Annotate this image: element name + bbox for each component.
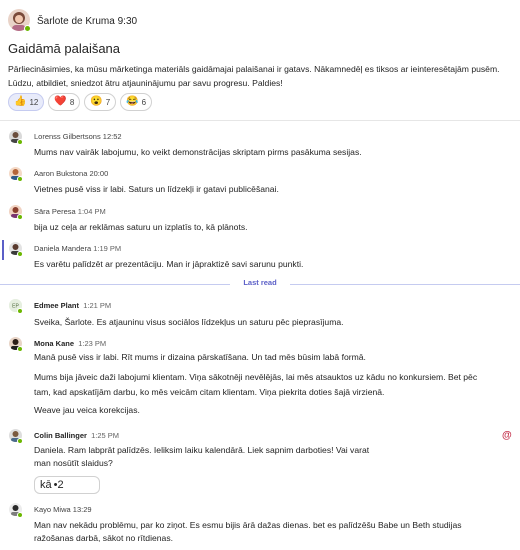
reply-text: Daniela. Ram labprāt palīdzēs. Ieliksim …: [34, 445, 370, 455]
presence-available-icon: [17, 512, 23, 518]
post-author: Šarlote de Kruma 9:30: [37, 16, 138, 27]
reply-text: Vietnes pusē viss ir labi. Saturs un līd…: [34, 184, 279, 194]
presence-available-icon: [17, 176, 23, 182]
mention-icon: @: [502, 430, 512, 441]
last-read-label: Last read: [243, 278, 277, 287]
reply-author: Daniela Mandera 1:19 PM: [34, 244, 122, 253]
last-read-separator: Last read: [0, 278, 520, 290]
thumbs-up-icon: 👍: [14, 96, 27, 107]
presence-available-icon: [17, 214, 23, 220]
message-reaction[interactable]: kā •2: [34, 476, 100, 494]
reply-text: tam, kad apskatījām darbu, ko mēs veicām…: [34, 387, 385, 397]
reply-text: Man nav nekādu problēmu, par ko ziņot. E…: [34, 520, 462, 530]
reaction-label: kā: [40, 479, 52, 491]
surprised-face-icon: 😮: [90, 96, 103, 107]
reaction-laugh[interactable]: 😂 6: [120, 93, 153, 111]
post-body: Pārliecināsimies, ka mūsu mārketinga mat…: [8, 64, 500, 88]
reply-text: Es varētu palīdzēt ar prezentāciju. Man …: [34, 259, 304, 269]
presence-available-icon: [17, 346, 23, 352]
reaction-like[interactable]: 👍 12: [8, 93, 45, 111]
post-divider: [0, 120, 520, 121]
reply-text: Manā pusē viss ir labi. Rīt mums ir diza…: [34, 352, 366, 362]
reaction-heart[interactable]: ❤️ 8: [48, 93, 81, 111]
reaction-bar: 👍 12 ❤️ 8 😮 7 😂 6: [8, 93, 153, 111]
reply-text: bija uz ceļa ar reklāmas saturu un izpla…: [34, 222, 248, 232]
presence-available-icon: [24, 25, 31, 32]
reply-text: Mums bija jāveic daži labojumi klientam.…: [34, 372, 478, 382]
reply-author: Kayo Miwa 13:29: [34, 505, 92, 514]
presence-available-icon: [17, 139, 23, 145]
heart-icon: ❤️: [54, 96, 67, 107]
reply-author: Mona Kane 1:23 PM: [34, 339, 107, 348]
reply-author: Colin Ballinger 1:25 PM: [34, 431, 120, 440]
post-title: Gaidāmā palaišana: [8, 41, 121, 56]
presence-available-icon: [17, 308, 23, 314]
presence-available-icon: [17, 438, 23, 444]
unread-indicator: [2, 240, 4, 260]
reply-author: Edmee Plant 1:21 PM: [34, 301, 112, 310]
reply-text: Mums nav vairāk labojumu, ko veikt demon…: [34, 147, 362, 157]
reply-text: Weave jau veica korekcijas.: [34, 405, 140, 415]
presence-available-icon: [17, 251, 23, 257]
laughing-face-icon: 😂: [126, 96, 139, 107]
reply-text: ražošanas darbā, sākot no rītdienas.: [34, 533, 174, 543]
reaction-surprised[interactable]: 😮 7: [84, 93, 117, 111]
reply-text: Sveika, Šarlote. Es atjauninu visus soci…: [34, 317, 344, 327]
reaction-count: •2: [53, 479, 64, 491]
reply-author: Sāra Peresa 1:04 PM: [34, 207, 106, 216]
reply-author: Aaron Bukstona 20:00: [34, 169, 109, 178]
reply-author: Lorenss Gilbertsons 12:52: [34, 132, 122, 141]
separator-line: [290, 284, 520, 285]
reply-text: man nosūtīt slaidus?: [34, 458, 113, 468]
